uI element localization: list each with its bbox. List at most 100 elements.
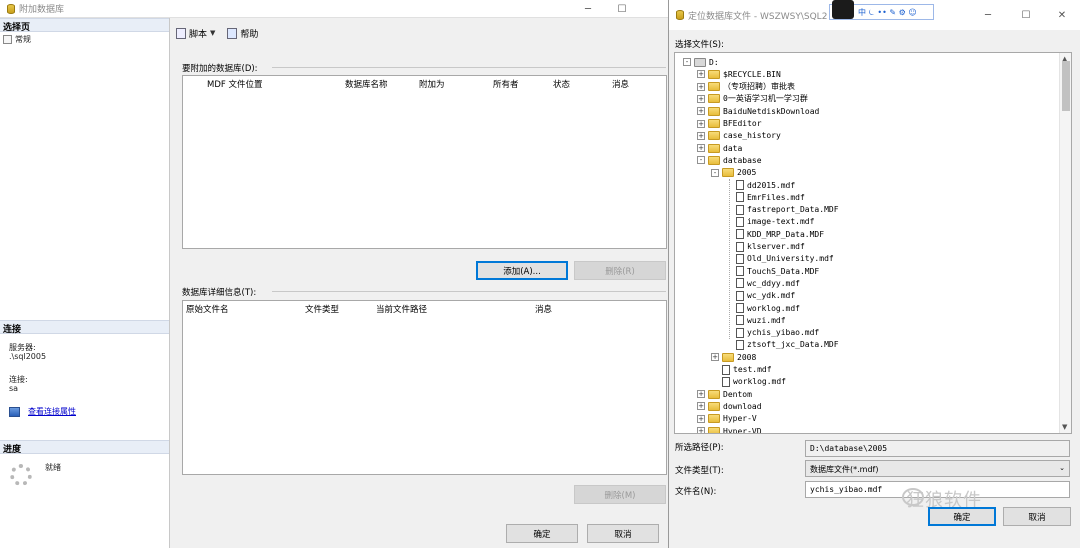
expand-icon[interactable]: + [697,82,705,91]
file-type-label: 文件类型(T): [675,466,724,476]
col-current-file-path: 当前文件路径 [376,305,428,315]
col-message: 消息 [535,305,553,315]
tree-item-label: ztsoft_jxc_Data.MDF [747,340,839,350]
expand-icon[interactable]: + [697,107,705,116]
tree-folder-item[interactable]: +0一英语学习机一学习群 [697,93,808,105]
close-button[interactable]: ✕ [1045,6,1079,24]
tree-file-item[interactable]: fastreport_Data.MDF [725,204,839,216]
maximize-button[interactable]: ☐ [605,0,639,18]
locate-dialog-title: 定位数据库文件 - WSZWSY\SQL2 [688,11,828,22]
tree-folder-item[interactable]: - database [697,154,762,166]
attach-window-title: 附加数据库 [19,5,65,15]
locate-ok-button[interactable]: 确定 [928,507,996,526]
tree-file-item[interactable]: worklog.mdf [725,302,800,314]
col-file-type: 文件类型 [305,305,340,315]
tree-file-item[interactable]: wc_ddyy.mdf [725,277,800,289]
tree-folder-item[interactable]: + download [697,400,762,412]
add-button[interactable]: 添加(A)... [476,261,568,280]
tree-folder-item[interactable]: + Hyper-VD [697,425,762,433]
databases-grid[interactable]: MDF 文件位置 数据库名称 附加为 所有者 状态 消息 [182,75,667,249]
selected-path-field[interactable]: D:\database\2005 [805,440,1070,457]
chevron-down-icon[interactable]: ▼ [210,29,215,37]
database-icon [676,10,684,20]
scroll-down-icon[interactable]: ▼ [1062,423,1067,431]
remove-detail-button[interactable]: 删除(M) [574,485,666,504]
expand-icon[interactable]: + [697,402,705,411]
tree-folder-item[interactable]: + Dentom [697,388,752,400]
file-icon [722,376,730,387]
tree-file-item[interactable]: KDD_MRP_Data.MDF [725,228,824,240]
server-value: .\sql2005 [9,352,47,361]
locate-cancel-button[interactable]: 取消 [1003,507,1071,526]
expand-icon[interactable]: + [697,427,705,433]
remove-button[interactable]: 删除(R) [574,261,666,280]
chevron-down-icon[interactable]: ⌄ [1059,464,1065,472]
tree-file-item[interactable]: test.mdf [711,364,772,376]
database-icon [7,3,15,14]
tree-folder-item[interactable]: + BFEditor [697,118,762,130]
folder-icon [708,426,720,433]
minimize-button[interactable]: ─ [971,6,1005,24]
tree-folder-item[interactable]: + （专项招聘）审批表 [697,81,795,93]
expand-icon[interactable]: + [697,144,705,153]
tree-file-item[interactable]: Old_University.mdf [725,253,834,265]
attach-database-window: 附加数据库 ─ ☐ 选择页 常规 连接 服务器: .\sql2005 连接: s… [0,0,678,548]
tree-file-item[interactable]: dd2015.mdf [725,179,795,191]
maximize-button[interactable]: ☐ [1009,6,1043,24]
tree-folder-item[interactable]: + Hyper-V [697,413,757,425]
tree-item-label: klserver.mdf [747,242,805,251]
tree-file-item[interactable]: ztsoft_jxc_Data.MDF [725,339,839,351]
tree-folder-item[interactable]: + $RECYCLE.BIN [697,68,781,80]
tree-file-item[interactable]: wuzi.mdf [725,314,786,326]
tree-folder-item[interactable]: - D: [683,56,719,68]
tree-item-label: ychis_yibao.mdf [747,328,820,338]
collapse-icon[interactable]: - [697,156,705,165]
file-tree[interactable]: - D: + $RECYCLE.BIN + （专项招聘）审批表 +0一英语学习机一学习群 + B… [674,52,1072,434]
minimize-button[interactable]: ─ [571,0,605,18]
script-button[interactable]: 脚本 ▼ [172,27,219,40]
tree-folder-item[interactable]: + case_history [697,130,781,142]
expand-icon[interactable]: + [711,353,719,362]
file-icon [736,180,744,190]
tree-file-item[interactable]: EmrFiles.mdf [725,191,805,203]
expand-icon[interactable]: + [697,131,705,140]
ok-button[interactable]: 确定 [506,524,578,543]
tree-folder-item[interactable]: + data [697,142,742,154]
scroll-thumb[interactable] [1062,61,1070,111]
file-icon [736,315,744,326]
file-icon [736,241,744,252]
tree-file-item[interactable]: wc_ydk.mdf [725,290,795,302]
view-connection-properties[interactable]: 查看连接属性 [9,406,76,417]
collapse-icon[interactable]: - [711,168,719,177]
tree-file-item[interactable]: klserver.mdf [725,241,805,253]
tree-file-item[interactable]: image-text.mdf [725,216,814,228]
tree-item-label: wuzi.mdf [747,315,786,325]
tree-item-label: dd2015.mdf [747,180,796,190]
tree-file-item[interactable]: TouchS_Data.MDF [725,265,819,277]
tree-scrollbar[interactable]: ▲ ▼ [1059,53,1071,433]
help-button[interactable]: 帮助 [223,27,262,40]
details-grid[interactable]: 原始文件名 文件类型 当前文件路径 消息 [182,300,667,475]
file-icon [736,253,744,264]
tree-file-item[interactable]: worklog.mdf [711,376,786,388]
folder-icon [708,69,720,79]
file-type-select[interactable]: 数据库文件(*.mdf) ⌄ [805,460,1070,477]
tree-item-label: image-text.mdf [747,217,815,227]
expand-icon[interactable]: + [697,390,705,399]
folder-icon [708,143,720,153]
tree-folder-item[interactable]: - 2005 [711,167,756,179]
tree-item-label: database [723,155,762,165]
page-item-general[interactable]: 常规 [0,32,169,47]
col-owner: 所有者 [493,80,519,90]
view-connection-properties-link[interactable]: 查看连接属性 [28,406,76,417]
expand-icon[interactable]: + [697,119,705,128]
expand-icon[interactable]: + [697,94,705,103]
collapse-icon[interactable]: - [683,58,691,66]
page-item-label: 常规 [15,35,31,44]
expand-icon[interactable]: + [697,414,705,423]
tree-file-item[interactable]: ychis_yibao.mdf [725,327,819,339]
expand-icon[interactable]: + [697,70,705,79]
tree-folder-item[interactable]: +2008 [711,351,756,363]
tree-folder-item[interactable]: + BaiduNetdiskDownload [697,105,819,117]
cancel-button[interactable]: 取消 [587,524,659,543]
